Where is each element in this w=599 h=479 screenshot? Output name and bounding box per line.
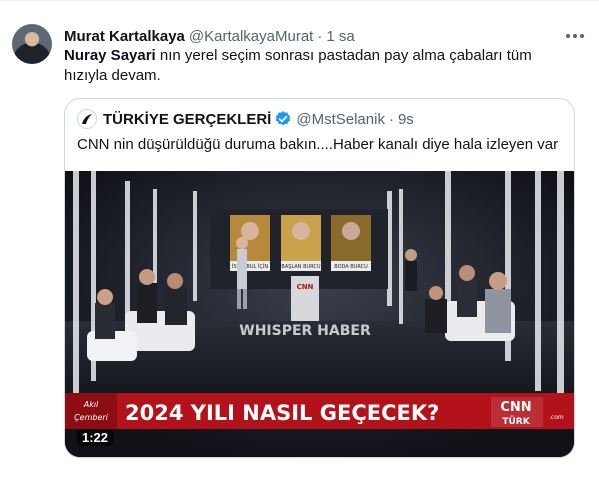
host-figure xyxy=(405,249,417,291)
more-options-icon[interactable] xyxy=(564,26,586,46)
quoted-tweet-time[interactable]: 9s xyxy=(398,111,414,128)
channel-logo-bottom: TÜRK xyxy=(502,416,530,427)
author-handle[interactable]: @KartalkayaMurat xyxy=(189,28,313,45)
tweet-text: Nuray Sayari nın yerel seçim sonrası pas… xyxy=(64,46,564,86)
banner-left-line2: Çemberi xyxy=(74,413,109,422)
quoted-header-separator: · xyxy=(388,110,394,128)
author-avatar[interactable] xyxy=(12,24,52,64)
quoted-author-handle[interactable]: @MstSelanik xyxy=(296,111,385,128)
tweet-header: Murat Kartalkaya @KartalkayaMurat · 1 sa xyxy=(64,26,355,46)
quoted-avatar-logo-icon xyxy=(82,114,92,124)
channel-logo-side: .com xyxy=(549,414,564,421)
video-watermark: WHISPER HABER xyxy=(239,323,371,339)
banner-left-line1: Akıl xyxy=(83,400,99,409)
author-name[interactable]: Murat Kartalkaya xyxy=(64,28,185,45)
video-player[interactable]: BAŞLAN BURCU İSTANBUL İÇİN BODA BURCU CN… xyxy=(65,171,574,457)
quoted-tweet-header: TÜRKİYE GERÇEKLERİ @MstSelanik · 9s xyxy=(77,109,414,129)
banner-title: 2024 YILI NASIL GEÇECEK? xyxy=(125,401,439,425)
header-separator: · xyxy=(317,27,323,45)
channel-logo-top: CNN xyxy=(500,400,531,415)
screen-caption-2: BAŞLAN BURCU xyxy=(281,264,320,270)
quoted-tweet-text: CNN nin düşürüldüğü duruma bakın....Habe… xyxy=(77,136,559,153)
video-frame: BAŞLAN BURCU İSTANBUL İÇİN BODA BURCU CN… xyxy=(65,171,574,457)
verified-badge-icon xyxy=(276,111,291,126)
tweet-mention: Nuray Sayari xyxy=(64,47,156,64)
tweet-time[interactable]: 1 sa xyxy=(326,28,354,45)
top-divider xyxy=(0,0,599,1)
video-duration: 1:22 xyxy=(77,429,114,446)
quoted-tweet[interactable]: TÜRKİYE GERÇEKLERİ @MstSelanik · 9s CNN … xyxy=(64,98,575,458)
quoted-avatar[interactable] xyxy=(77,109,97,129)
screen-caption-3: BODA BURCU xyxy=(334,264,368,270)
desk-logo: CNN xyxy=(297,283,314,291)
quoted-author-name[interactable]: TÜRKİYE GERÇEKLERİ xyxy=(103,111,271,128)
